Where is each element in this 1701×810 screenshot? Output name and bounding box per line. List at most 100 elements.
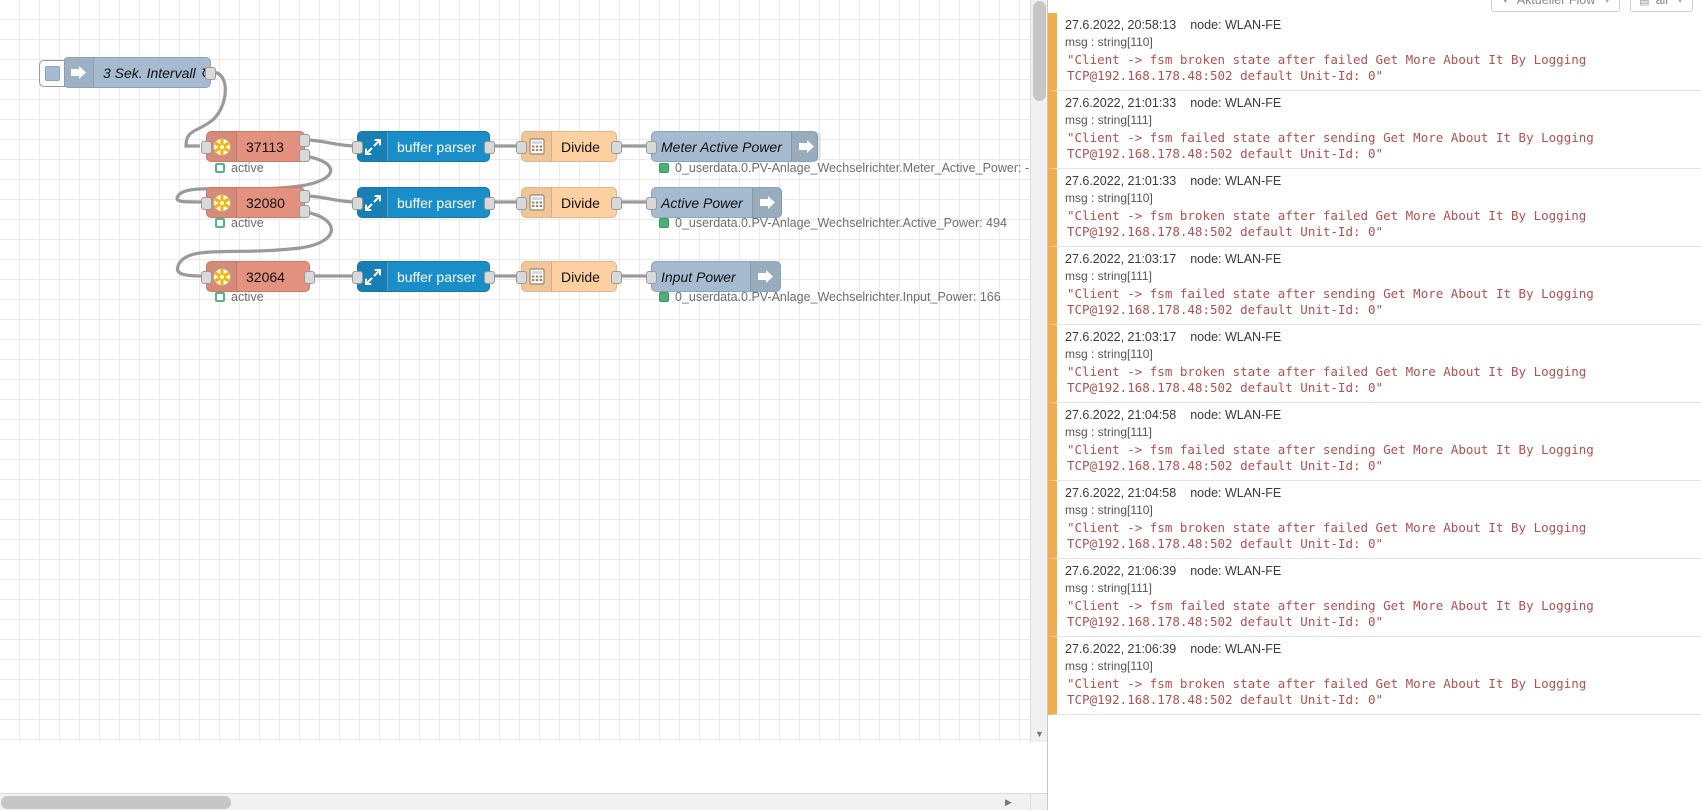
divide-2-input-port[interactable]: [516, 197, 527, 210]
modbus-node-3[interactable]: 32064: [201, 261, 315, 292]
debug-timestamp: 27.6.2022, 21:01:33: [1065, 174, 1177, 188]
debug-message-header: 27.6.2022, 20:58:13 node: WLAN-FE: [1065, 18, 1696, 35]
inject-node[interactable]: 3 Sek. Intervall ↻: [39, 57, 216, 88]
canvas-scroll-down-arrow[interactable]: ▼: [1031, 725, 1047, 742]
debug-source-node[interactable]: node: WLAN-FE: [1190, 486, 1281, 500]
modbus-1-output-port-1[interactable]: [299, 134, 310, 147]
debug-message-body: "Client -> fsm failed state after sendin…: [1067, 598, 1602, 629]
buffer-3-output-port[interactable]: [484, 271, 495, 284]
buffer-parser-node-2[interactable]: buffer parser: [352, 187, 495, 218]
buffer-parser-node-1-label: buffer parser: [397, 138, 477, 155]
buffer-2-input-port[interactable]: [352, 197, 363, 210]
debug-timestamp: 27.6.2022, 21:03:17: [1065, 330, 1177, 344]
output-1-input-port[interactable]: [646, 141, 657, 154]
inject-trigger-button[interactable]: [39, 60, 65, 87]
buffer-parser-node-3[interactable]: buffer parser: [352, 261, 495, 292]
buffer-2-output-port[interactable]: [484, 197, 495, 210]
debug-message[interactable]: 27.6.2022, 21:06:39 node: WLAN-FE msg : st…: [1048, 559, 1701, 637]
divide-node-1[interactable]: Divide: [516, 131, 622, 162]
debug-source-node[interactable]: node: WLAN-FE: [1190, 174, 1281, 188]
debug-message[interactable]: 27.6.2022, 21:03:17 node: WLAN-FE msg : st…: [1048, 325, 1701, 403]
divide-1-output-port[interactable]: [611, 141, 622, 154]
debug-sidebar: ▼ Aktueller Flow ▼ ▤ all ▼ 27.6.2022, 20…: [1047, 0, 1701, 810]
debug-message[interactable]: 27.6.2022, 21:01:33 node: WLAN-FE msg : st…: [1048, 169, 1701, 247]
debug-message-header: 27.6.2022, 21:04:58 node: WLAN-FE: [1065, 408, 1696, 425]
debug-source-node[interactable]: node: WLAN-FE: [1190, 408, 1281, 422]
inject-arrow-icon: [64, 58, 94, 87]
node-red-editor: 3 Sek. Intervall ↻ 37113 active buffer p…: [0, 0, 1701, 810]
modbus-2-input-port[interactable]: [201, 197, 212, 210]
status-dot-icon: [659, 163, 669, 173]
output-node-2-status: 0_userdata.0.PV-Anlage_Wechselrichter.Ac…: [659, 216, 1007, 230]
modbus-node-2[interactable]: 32080: [201, 187, 310, 218]
inject-button-square-icon: [44, 66, 60, 81]
debug-message-header: 27.6.2022, 21:06:39 node: WLAN-FE: [1065, 642, 1696, 659]
debug-message[interactable]: 27.6.2022, 21:04:58 node: WLAN-FE msg : st…: [1048, 481, 1701, 559]
output-arrow-icon: [751, 188, 782, 217]
gear-glyph: [212, 193, 231, 212]
debug-filter-flow-button[interactable]: ▼ Aktueller Flow ▼: [1490, 0, 1621, 12]
canvas-grid[interactable]: [0, 0, 1030, 742]
modbus-3-input-port[interactable]: [201, 271, 212, 284]
divide-node-3[interactable]: Divide: [516, 261, 622, 292]
output-3-input-port[interactable]: [646, 271, 657, 284]
modbus-1-output-port-2[interactable]: [299, 149, 310, 162]
buffer-1-output-port[interactable]: [484, 141, 495, 154]
modbus-3-output-port[interactable]: [304, 271, 315, 284]
buffer-parser-node-1[interactable]: buffer parser: [352, 131, 495, 162]
debug-source-node[interactable]: node: WLAN-FE: [1190, 252, 1281, 266]
divide-3-output-port[interactable]: [611, 271, 622, 284]
buffer-1-input-port[interactable]: [352, 141, 363, 154]
canvas-vertical-scrollbar[interactable]: ▼: [1030, 0, 1047, 742]
debug-message-body: "Client -> fsm broken state after failed…: [1067, 520, 1594, 551]
modbus-1-status-text: active: [231, 161, 264, 175]
output-2-input-port[interactable]: [646, 197, 657, 210]
modbus-2-output-port-1[interactable]: [299, 190, 310, 203]
modbus-2-output-port-2[interactable]: [299, 205, 310, 218]
output-node-1[interactable]: Meter Active Power: [646, 131, 821, 162]
modbus-node-1-label: 37113: [246, 138, 284, 155]
status-square-icon: [215, 292, 225, 302]
modbus-node-2-label: 32080: [246, 194, 285, 211]
inject-output-port[interactable]: [205, 67, 216, 80]
debug-timestamp: 27.6.2022, 21:06:39: [1065, 564, 1177, 578]
debug-message-header: 27.6.2022, 21:03:17 node: WLAN-FE: [1065, 252, 1696, 269]
debug-message[interactable]: 27.6.2022, 21:03:17 node: WLAN-FE msg : st…: [1048, 247, 1701, 325]
debug-source-node[interactable]: node: WLAN-FE: [1190, 330, 1281, 344]
debug-message-meta: msg : string[111]: [1065, 425, 1152, 439]
debug-message[interactable]: 27.6.2022, 21:01:33 node: WLAN-FE msg : st…: [1048, 91, 1701, 169]
debug-message-body: "Client -> fsm broken state after failed…: [1067, 208, 1594, 239]
output-node-2[interactable]: Active Power: [646, 187, 782, 218]
modbus-1-input-port[interactable]: [201, 141, 212, 154]
buffer-3-input-port[interactable]: [352, 271, 363, 284]
modbus-node-1[interactable]: 37113: [201, 131, 310, 162]
canvas-horizontal-scrollbar[interactable]: ▶: [0, 793, 1030, 810]
debug-message[interactable]: 27.6.2022, 21:06:39 node: WLAN-FE msg : st…: [1048, 637, 1701, 715]
debug-message-body: "Client -> fsm broken state after failed…: [1067, 676, 1594, 707]
debug-message[interactable]: 27.6.2022, 20:58:13 node: WLAN-FE msg : st…: [1048, 13, 1701, 91]
canvas-hscroll-thumb[interactable]: [1, 796, 231, 809]
divide-2-output-port[interactable]: [611, 197, 622, 210]
flow-canvas[interactable]: 3 Sek. Intervall ↻ 37113 active buffer p…: [0, 0, 1047, 810]
debug-source-node[interactable]: node: WLAN-FE: [1190, 564, 1281, 578]
canvas-vscroll-thumb[interactable]: [1033, 1, 1046, 101]
debug-message-header: 27.6.2022, 21:01:33 node: WLAN-FE: [1065, 174, 1696, 191]
debug-timestamp: 27.6.2022, 21:06:39: [1065, 642, 1177, 656]
modbus-2-status-text: active: [231, 216, 264, 230]
debug-filter-all-button[interactable]: ▤ all ▼: [1630, 0, 1693, 12]
debug-message[interactable]: 27.6.2022, 21:04:58 node: WLAN-FE msg : st…: [1048, 403, 1701, 481]
calculator-glyph: [528, 138, 545, 155]
debug-message-list[interactable]: 27.6.2022, 20:58:13 node: WLAN-FE msg : st…: [1048, 13, 1701, 810]
divide-1-input-port[interactable]: [516, 141, 527, 154]
debug-message-header: 27.6.2022, 21:03:17 node: WLAN-FE: [1065, 330, 1696, 347]
debug-source-node[interactable]: node: WLAN-FE: [1190, 18, 1281, 32]
debug-source-node[interactable]: node: WLAN-FE: [1190, 96, 1281, 110]
debug-message-meta: msg : string[110]: [1065, 347, 1153, 361]
divide-node-2[interactable]: Divide: [516, 187, 622, 218]
divide-3-input-port[interactable]: [516, 271, 527, 284]
debug-source-node[interactable]: node: WLAN-FE: [1190, 642, 1281, 656]
debug-toolbar: ▼ Aktueller Flow ▼ ▤ all ▼: [1048, 0, 1701, 13]
output-node-3[interactable]: Input Power: [646, 261, 781, 292]
debug-message-meta: msg : string[110]: [1065, 659, 1153, 673]
canvas-scroll-right-arrow[interactable]: ▶: [1000, 794, 1017, 810]
